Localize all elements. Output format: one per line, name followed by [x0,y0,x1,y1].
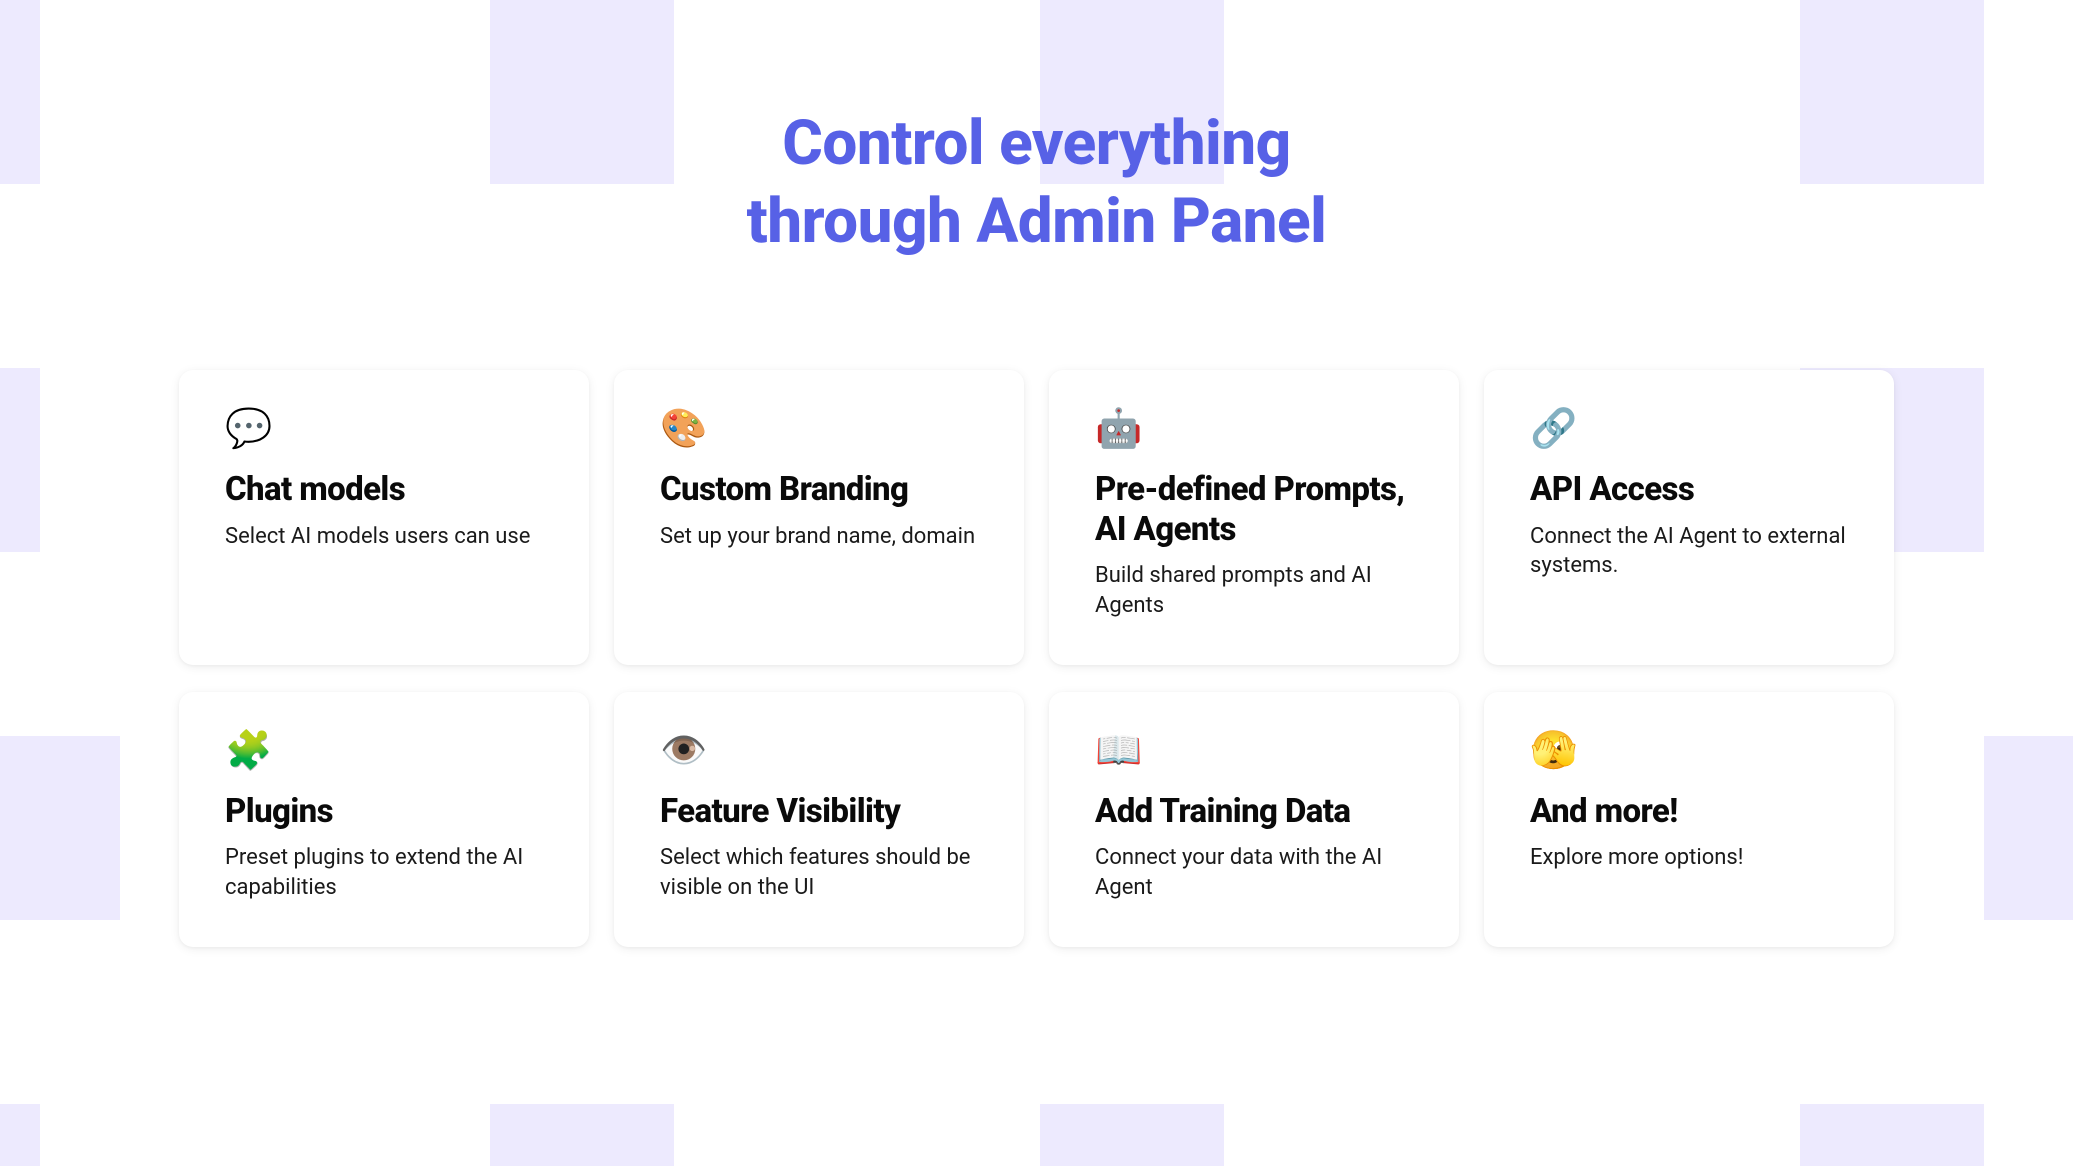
heading-line-2: through Admin Panel [747,185,1327,258]
card-description: Connect your data with the AI Agent [1095,843,1413,902]
card-predefined-prompts[interactable]: 🤖 Pre-defined Prompts, AI Agents Build s… [1049,370,1459,665]
open-book-icon: 📖 [1095,732,1413,770]
card-title: Plugins [225,792,543,832]
card-title: Custom Branding [660,470,978,510]
card-description: Connect the AI Agent to external systems… [1530,522,1848,581]
card-title: Chat models [225,470,543,510]
card-title: Pre-defined Prompts, AI Agents [1095,470,1413,549]
card-title: And more! [1530,792,1848,832]
card-title: API Access [1530,470,1848,510]
palette-icon: 🎨 [660,410,978,448]
eye-icon: 👁️ [660,732,978,770]
face-peeking-icon: 🫣 [1530,732,1848,770]
card-description: Preset plugins to extend the AI capabili… [225,843,543,902]
card-custom-branding[interactable]: 🎨 Custom Branding Set up your brand name… [614,370,1024,665]
card-description: Build shared prompts and AI Agents [1095,561,1413,620]
card-feature-visibility[interactable]: 👁️ Feature Visibility Select which featu… [614,692,1024,947]
page-title: Control everything through Admin Panel [0,105,2073,260]
card-add-training-data[interactable]: 📖 Add Training Data Connect your data wi… [1049,692,1459,947]
feature-cards-grid: 💬 Chat models Select AI models users can… [179,370,1894,947]
card-chat-models[interactable]: 💬 Chat models Select AI models users can… [179,370,589,665]
card-title: Feature Visibility [660,792,978,832]
card-and-more[interactable]: 🫣 And more! Explore more options! [1484,692,1894,947]
heading-line-1: Control everything [782,107,1290,180]
card-plugins[interactable]: 🧩 Plugins Preset plugins to extend the A… [179,692,589,947]
link-icon: 🔗 [1530,410,1848,448]
puzzle-piece-icon: 🧩 [225,732,543,770]
speech-balloon-icon: 💬 [225,410,543,448]
card-description: Explore more options! [1530,843,1848,873]
card-description: Set up your brand name, domain [660,522,978,552]
card-title: Add Training Data [1095,792,1413,832]
card-description: Select which features should be visible … [660,843,978,902]
robot-icon: 🤖 [1095,410,1413,448]
card-api-access[interactable]: 🔗 API Access Connect the AI Agent to ext… [1484,370,1894,665]
card-description: Select AI models users can use [225,522,543,552]
